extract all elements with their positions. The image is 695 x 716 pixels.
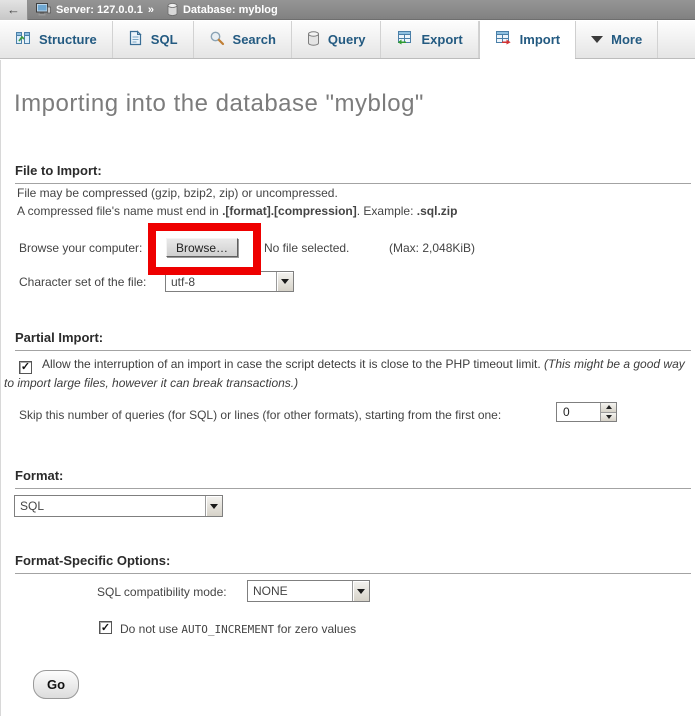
search-icon bbox=[209, 30, 225, 49]
dropdown-arrow-icon[interactable] bbox=[205, 496, 222, 516]
breadcrumb-separator: » bbox=[148, 4, 154, 16]
allow-interrupt-row: Allow the interruption of an import in c… bbox=[4, 355, 692, 393]
tab-search[interactable]: Search bbox=[194, 21, 292, 58]
spinner-up-icon[interactable] bbox=[601, 403, 616, 413]
section-heading-format-options: Format-Specific Options: bbox=[15, 553, 691, 574]
tab-more[interactable]: More bbox=[576, 21, 658, 58]
skip-queries-input[interactable]: 0 bbox=[556, 402, 617, 422]
charset-label: Character set of the file: bbox=[19, 275, 146, 289]
section-heading-partial-import: Partial Import: bbox=[15, 330, 691, 351]
section-heading-file-to-import: File to Import: bbox=[15, 163, 691, 184]
compression-info-line: File may be compressed (gzip, bzip2, zip… bbox=[17, 186, 338, 200]
browse-button[interactable]: Browse… bbox=[166, 238, 238, 257]
chevron-down-icon bbox=[591, 36, 603, 43]
export-icon bbox=[396, 30, 413, 49]
go-button[interactable]: Go bbox=[33, 670, 79, 699]
tab-label: Import bbox=[520, 32, 560, 47]
back-arrow-icon: ← bbox=[7, 2, 20, 17]
back-button[interactable]: ← bbox=[0, 0, 28, 20]
autoincrement-code: AUTO_INCREMENT bbox=[181, 623, 274, 636]
skip-queries-label: Skip this number of queries (for SQL) or… bbox=[19, 408, 501, 422]
filename-info-line: A compressed file's name must end in .[f… bbox=[17, 204, 457, 218]
spinner-down-icon[interactable] bbox=[601, 413, 616, 422]
charset-value: utf-8 bbox=[166, 275, 276, 289]
format-value: SQL bbox=[15, 499, 205, 513]
tab-structure[interactable]: Structure bbox=[0, 21, 113, 58]
sql-compat-label: SQL compatibility mode: bbox=[97, 585, 227, 599]
query-icon bbox=[307, 31, 320, 49]
dropdown-arrow-icon[interactable] bbox=[276, 272, 293, 291]
skip-queries-value: 0 bbox=[557, 403, 600, 421]
tab-label: SQL bbox=[151, 32, 178, 47]
tab-label: More bbox=[611, 32, 642, 47]
autoincrement-label: Do not use AUTO_INCREMENT for zero value… bbox=[120, 622, 356, 636]
tab-label: Query bbox=[328, 32, 366, 47]
tab-sql[interactable]: SQL bbox=[113, 21, 194, 58]
dropdown-arrow-icon[interactable] bbox=[352, 581, 369, 601]
structure-icon bbox=[15, 30, 31, 49]
autoincrement-checkbox[interactable] bbox=[99, 621, 112, 634]
import-icon bbox=[495, 30, 512, 49]
breadcrumb-server[interactable]: Server: 127.0.0.1 bbox=[56, 4, 143, 16]
tab-import[interactable]: Import bbox=[479, 21, 576, 58]
tab-export[interactable]: Export bbox=[381, 21, 478, 58]
tab-label: Structure bbox=[39, 32, 97, 47]
browse-label: Browse your computer: bbox=[19, 241, 142, 255]
tab-bar: Structure SQL Search Query bbox=[0, 21, 695, 59]
allow-interrupt-text: Allow the interruption of an import in c… bbox=[42, 357, 544, 371]
page-title: Importing into the database "myblog" bbox=[14, 90, 424, 118]
sql-compat-value: NONE bbox=[248, 584, 352, 598]
no-file-selected-text: No file selected. bbox=[264, 241, 349, 255]
main-content: Importing into the database "myblog" Fil… bbox=[0, 60, 695, 716]
section-heading-format: Format: bbox=[15, 468, 691, 489]
server-icon bbox=[36, 3, 51, 16]
format-select[interactable]: SQL bbox=[14, 495, 223, 517]
spinner-buttons bbox=[600, 403, 616, 421]
breadcrumb-bar: ← Server: 127.0.0.1 » Database: myblog bbox=[0, 0, 695, 20]
breadcrumb-database[interactable]: Database: myblog bbox=[183, 4, 278, 16]
tab-query[interactable]: Query bbox=[292, 21, 382, 58]
charset-select[interactable]: utf-8 bbox=[165, 271, 294, 292]
tab-label: Search bbox=[233, 32, 276, 47]
database-icon bbox=[167, 3, 178, 16]
max-size-text: (Max: 2,048KiB) bbox=[389, 241, 475, 255]
sql-icon bbox=[128, 30, 143, 49]
sql-compat-select[interactable]: NONE bbox=[247, 580, 370, 602]
tab-label: Export bbox=[421, 32, 462, 47]
allow-interrupt-checkbox[interactable] bbox=[19, 361, 32, 374]
